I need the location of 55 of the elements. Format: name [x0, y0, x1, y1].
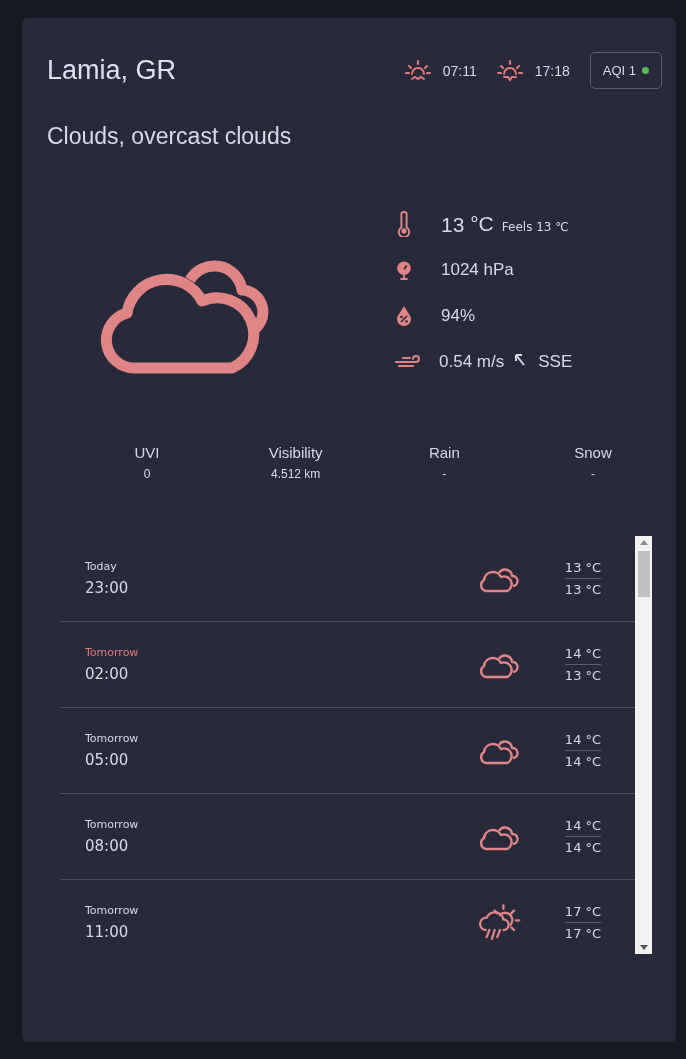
- scroll-up-icon[interactable]: [639, 540, 648, 545]
- hour-time: 08:00: [85, 837, 130, 855]
- forecast-row[interactable]: Tomorrow 05:00 14 °C 14 °C: [60, 708, 635, 794]
- hour-time: 02:00: [85, 665, 130, 683]
- day-label: Tomorrow: [85, 646, 140, 659]
- arrow-icon: [514, 353, 527, 367]
- high-temperature: 14 °C: [564, 732, 602, 751]
- forecast-row[interactable]: Tomorrow 08:00 14 °C 14 °C: [60, 794, 635, 880]
- aqi-label: AQI 1: [602, 63, 636, 78]
- stat-value: -: [442, 467, 447, 481]
- forecast-row[interactable]: Today 23:00 13 °C 13 °C: [60, 536, 635, 622]
- high-temperature: 14 °C: [564, 646, 602, 665]
- sunset-time: 17:18: [534, 62, 570, 79]
- day-label: Tomorrow: [85, 904, 140, 917]
- day-label: Today: [85, 560, 118, 573]
- high-temperature: 13 °C: [564, 560, 602, 579]
- stat-label: UVI: [134, 444, 160, 461]
- day-label: Tomorrow: [85, 732, 140, 745]
- stat-label: Visibility: [268, 444, 323, 461]
- low-temperature: 14 °C: [564, 753, 602, 769]
- stat-value: -: [590, 467, 595, 481]
- low-temperature: 14 °C: [564, 839, 602, 855]
- forecast-row[interactable]: Tomorrow 11:00 17 °C 17 °C: [60, 880, 635, 954]
- weather-description: Clouds, overcast clouds: [47, 123, 293, 150]
- stat-label: Snow: [574, 444, 612, 461]
- low-temperature: 13 °C: [564, 581, 602, 597]
- scroll-down-icon[interactable]: [639, 945, 648, 950]
- wind-icon: [395, 355, 423, 369]
- day-label: Tomorrow: [85, 818, 140, 831]
- scrollbar[interactable]: [635, 536, 652, 954]
- stat-value: 0: [143, 467, 151, 481]
- stat-value: 4.512 km: [270, 467, 321, 481]
- humidity-value: 94%: [441, 306, 476, 326]
- thermometer-icon: [395, 211, 413, 237]
- temperature-value: 13 °C: [441, 211, 494, 237]
- pressure-value: 1024 hPa: [441, 260, 514, 280]
- wind-speed: 0.54 m/s: [439, 352, 505, 372]
- rain-sun-icon: [477, 902, 521, 943]
- scroll-thumb[interactable]: [637, 551, 650, 597]
- sunrise-time: 07:11: [442, 62, 477, 79]
- wind-direction: SSE: [538, 352, 573, 372]
- forecast-row[interactable]: Tomorrow 02:00 14 °C 13 °C: [60, 622, 635, 708]
- sunset-icon: [496, 59, 523, 82]
- low-temperature: 17 °C: [564, 925, 602, 941]
- hour-time: 05:00: [85, 751, 130, 769]
- stat-label: Rain: [428, 444, 460, 461]
- high-temperature: 17 °C: [564, 904, 602, 923]
- high-temperature: 14 °C: [564, 818, 602, 837]
- hour-time: 23:00: [85, 579, 130, 597]
- low-temperature: 13 °C: [564, 667, 602, 683]
- hour-time: 11:00: [85, 923, 130, 941]
- location-title: Lamia, GR: [47, 55, 177, 86]
- sunrise-icon: [404, 59, 431, 82]
- feels-like-text: Feels 13 ℃: [501, 220, 569, 234]
- aqi-badge[interactable]: AQI 1: [589, 52, 662, 89]
